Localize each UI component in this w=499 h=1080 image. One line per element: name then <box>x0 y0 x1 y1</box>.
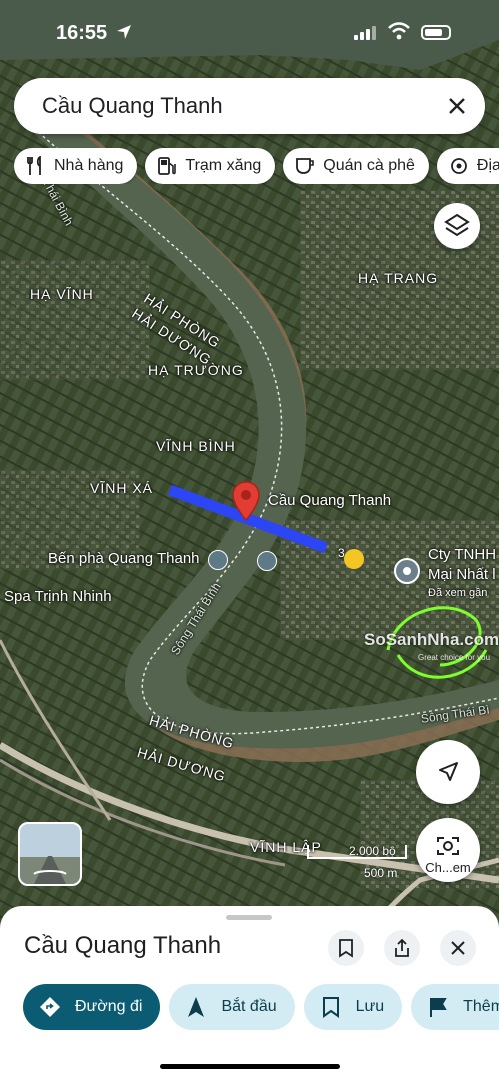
ferry-icon[interactable] <box>257 551 277 571</box>
save-icon-button[interactable] <box>328 930 364 966</box>
status-time: 16:55 <box>56 22 108 44</box>
chip-coffee[interactable]: Quán cà phê <box>283 148 429 184</box>
attraction-icon <box>450 158 467 174</box>
category-chips: Nhà hàng Trạm xăng Quán cà phê Địa <box>14 148 499 184</box>
chip-label: Địa <box>476 157 499 174</box>
scale-feet: 2.000 bộ <box>349 844 396 858</box>
chip-label: Trạm xăng <box>185 157 262 174</box>
battery-icon <box>421 25 451 40</box>
map-label-ha-trang: HẠ TRANG <box>358 270 439 286</box>
share-icon <box>395 938 409 957</box>
search-bar[interactable]: Cầu Quang Thanh <box>14 78 485 134</box>
chip-label: Quán cà phê <box>323 157 415 174</box>
more-label: Thêm <box>463 998 499 1015</box>
chip-gas-stations[interactable]: Trạm xăng <box>145 148 276 184</box>
map-label-ha-truong: HẠ TRƯỜNG <box>148 362 244 378</box>
close-sheet-button[interactable] <box>440 930 476 966</box>
place-marker-icon[interactable] <box>394 558 420 584</box>
cellular-signal-icon <box>354 26 376 40</box>
chip-label: Nhà hàng <box>54 157 124 174</box>
company-label-line1[interactable]: Cty TNHH <box>428 546 496 563</box>
directions-icon <box>40 997 60 1017</box>
place-actions: Đường đi Bắt đầu Lưu Thêm <box>23 984 499 1030</box>
layers-button[interactable] <box>434 203 480 249</box>
coffee-icon <box>296 158 315 174</box>
ferry-icon[interactable] <box>208 550 228 570</box>
flag-icon <box>430 998 447 1017</box>
street-view-icon <box>33 856 67 884</box>
directions-button[interactable]: Đường đi <box>23 984 161 1030</box>
watermark-tagline: Great choice for you <box>418 653 491 662</box>
bookmark-icon <box>339 939 353 958</box>
save-label: Lưu <box>355 998 385 1015</box>
watermark-logo: SoSanhNha.com <box>364 630 499 649</box>
lens-label: Ch...em <box>425 860 471 875</box>
sheet-drag-handle[interactable] <box>226 915 272 920</box>
location-pin-icon[interactable] <box>230 480 262 524</box>
save-button[interactable]: Lưu <box>303 984 403 1030</box>
search-query[interactable]: Cầu Quang Thanh <box>42 93 223 119</box>
home-indicator[interactable] <box>160 1064 340 1069</box>
company-visited-label: Đã xem gần <box>428 587 488 599</box>
company-label-line2[interactable]: Mại Nhất l <box>428 566 496 583</box>
location-arrow-icon <box>117 25 131 39</box>
my-location-button[interactable] <box>416 740 480 804</box>
map-label-vinh-xa: VĨNH XÁ <box>90 480 154 496</box>
place-title: Cầu Quang Thanh <box>24 932 222 959</box>
navigation-arrow-icon <box>188 997 205 1017</box>
bridge-place-label[interactable]: Cầu Quang Thanh <box>268 492 391 509</box>
map-label-vinh-binh: VĨNH BÌNH <box>156 438 236 454</box>
place-sheet[interactable]: Cầu Quang Thanh Đường đi Bắt đầu Lưu Thê… <box>0 906 499 1080</box>
map-label-ha-vinh: HẠ VĨNH <box>30 286 94 302</box>
street-view-thumbnail[interactable] <box>18 822 82 886</box>
ferry-place-label[interactable]: Bến phà Quang Thanh <box>48 550 200 567</box>
directions-label: Đường đi <box>75 998 143 1015</box>
navigation-arrow-icon <box>439 762 458 781</box>
gas-station-icon <box>158 157 177 175</box>
close-icon <box>451 941 465 955</box>
share-icon-button[interactable] <box>384 930 420 966</box>
emoji-marker-icon[interactable] <box>344 549 364 569</box>
chip-attractions[interactable]: Địa <box>436 148 499 184</box>
layers-icon <box>444 213 470 237</box>
restaurant-icon <box>27 156 41 175</box>
start-label: Bắt đầu <box>221 998 277 1015</box>
spa-place-label[interactable]: Spa Trịnh Nhinh <box>4 588 112 605</box>
bookmark-icon <box>322 997 339 1018</box>
wifi-icon <box>388 22 410 40</box>
status-bar: 16:55 <box>0 0 499 66</box>
close-icon[interactable] <box>445 94 469 118</box>
more-button[interactable]: Thêm <box>411 984 499 1030</box>
scale-meters: 500 m <box>364 866 398 880</box>
chip-restaurants[interactable]: Nhà hàng <box>14 148 138 184</box>
lens-button[interactable]: Ch...em <box>416 818 480 882</box>
start-button[interactable]: Bắt đầu <box>169 984 295 1030</box>
